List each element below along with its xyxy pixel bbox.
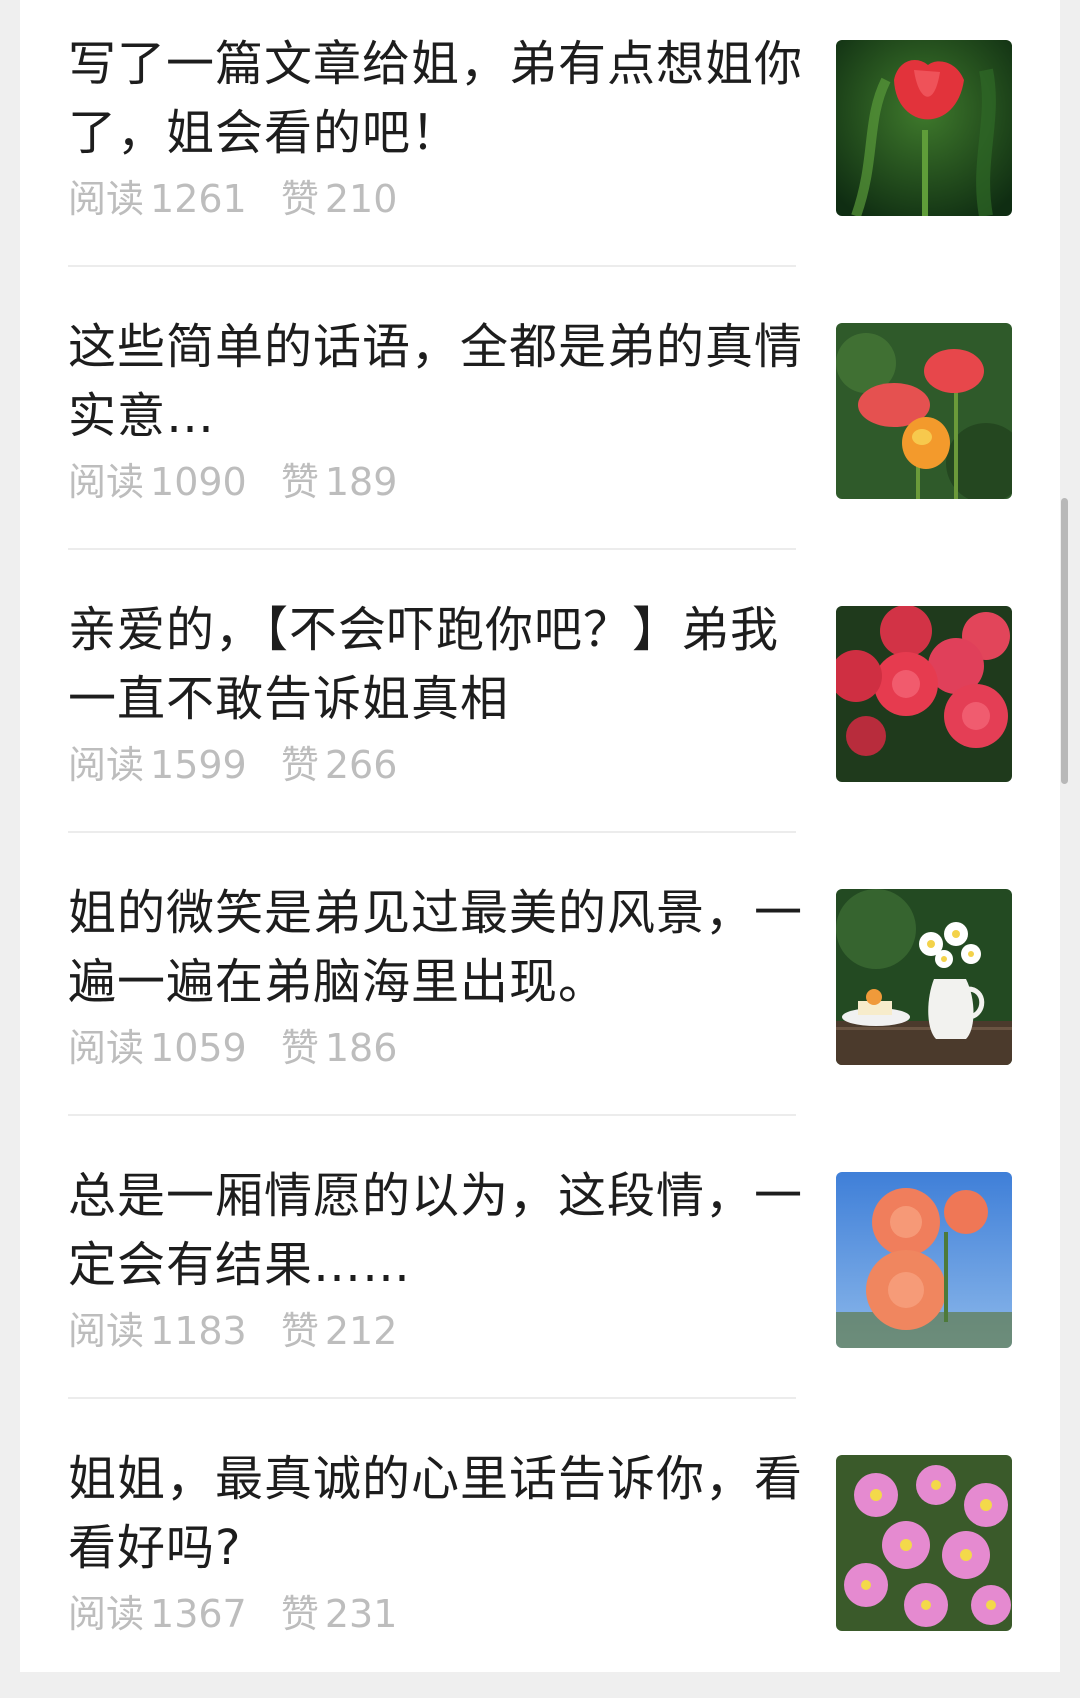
read-value: 1367 [150,1592,247,1636]
read-label: 阅读 [68,460,145,504]
article-title[interactable]: 写了一篇文章给姐，弟有点想姐你了，姐会看的吧！ [68,30,808,168]
like-label: 赞 [280,1026,319,1070]
read-count: 阅读 1090 [68,460,247,504]
like-label: 赞 [280,1309,319,1353]
article-title[interactable]: 这些简单的话语，全都是弟的真情实意… [68,313,808,451]
pink-asters-image[interactable] [836,1455,1012,1631]
article-title[interactable]: 亲爱的，【不会吓跑你吧？】弟我一直不敢告诉姐真相 [68,596,808,734]
article-stats: 阅读 1090 赞 189 [68,459,419,505]
like-label: 赞 [280,743,319,787]
divider [68,1114,796,1116]
read-value: 1183 [150,1309,247,1353]
article-stats: 阅读 1599 赞 266 [68,742,419,788]
divider [68,548,796,550]
divider [68,831,796,833]
divider [68,265,796,267]
article-item[interactable]: 姐姐，最真诚的心里话告诉你，看看好吗? 阅读 1367 赞 231 [20,1415,1060,1698]
article-item[interactable]: 写了一篇文章给姐，弟有点想姐你了，姐会看的吧！ 阅读 1261 赞 210 [20,0,1060,283]
article-title[interactable]: 姐的微笑是弟见过最美的风景，一遍一遍在弟脑海里出现。 [68,879,808,1017]
read-value: 1599 [150,743,247,787]
article-item[interactable]: 亲爱的，【不会吓跑你吧？】弟我一直不敢告诉姐真相 阅读 1599 赞 266 [20,566,1060,849]
like-count: 赞 189 [281,460,398,504]
like-value: 189 [324,460,398,504]
like-value: 212 [324,1309,398,1353]
read-value: 1261 [150,177,247,221]
like-count: 赞 186 [281,1026,398,1070]
like-label: 赞 [280,177,319,221]
read-count: 阅读 1183 [68,1309,247,1353]
article-stats: 阅读 1261 赞 210 [68,176,419,222]
red-tulip-image[interactable] [836,40,1012,216]
read-count: 阅读 1367 [68,1592,247,1636]
like-value: 266 [324,743,398,787]
daisy-vase-table-image[interactable] [836,889,1012,1065]
read-label: 阅读 [68,743,145,787]
read-count: 阅读 1261 [68,177,247,221]
like-label: 赞 [280,460,319,504]
like-count: 赞 210 [281,177,398,221]
divider [68,1397,796,1399]
article-item[interactable]: 姐的微笑是弟见过最美的风景，一遍一遍在弟脑海里出现。 阅读 1059 赞 186 [20,849,1060,1132]
read-label: 阅读 [68,177,145,221]
article-stats: 阅读 1183 赞 212 [68,1308,419,1354]
read-count: 阅读 1599 [68,743,247,787]
article-title[interactable]: 姐姐，最真诚的心里话告诉你，看看好吗? [68,1445,808,1583]
article-item[interactable]: 总是一厢情愿的以为，这段情，一定会有结果…… 阅读 1183 赞 212 [20,1132,1060,1415]
like-value: 231 [324,1592,398,1636]
like-count: 赞 266 [281,743,398,787]
article-item[interactable]: 这些简单的话语，全都是弟的真情实意… 阅读 1090 赞 189 [20,283,1060,566]
poppies-image[interactable] [836,323,1012,499]
like-value: 186 [324,1026,398,1070]
article-title[interactable]: 总是一厢情愿的以为，这段情，一定会有结果…… [68,1162,808,1300]
like-count: 赞 212 [281,1309,398,1353]
like-value: 210 [324,177,398,221]
article-list-card: 写了一篇文章给姐，弟有点想姐你了，姐会看的吧！ 阅读 1261 赞 210 这些… [20,0,1060,1672]
read-label: 阅读 [68,1026,145,1070]
read-count: 阅读 1059 [68,1026,247,1070]
read-label: 阅读 [68,1309,145,1353]
like-count: 赞 231 [281,1592,398,1636]
article-stats: 阅读 1059 赞 186 [68,1025,419,1071]
red-roses-image[interactable] [836,606,1012,782]
scrollbar[interactable] [1061,498,1068,784]
read-value: 1059 [150,1026,247,1070]
read-value: 1090 [150,460,247,504]
like-label: 赞 [280,1592,319,1636]
article-stats: 阅读 1367 赞 231 [68,1591,419,1637]
read-label: 阅读 [68,1592,145,1636]
carnations-sky-image[interactable] [836,1172,1012,1348]
